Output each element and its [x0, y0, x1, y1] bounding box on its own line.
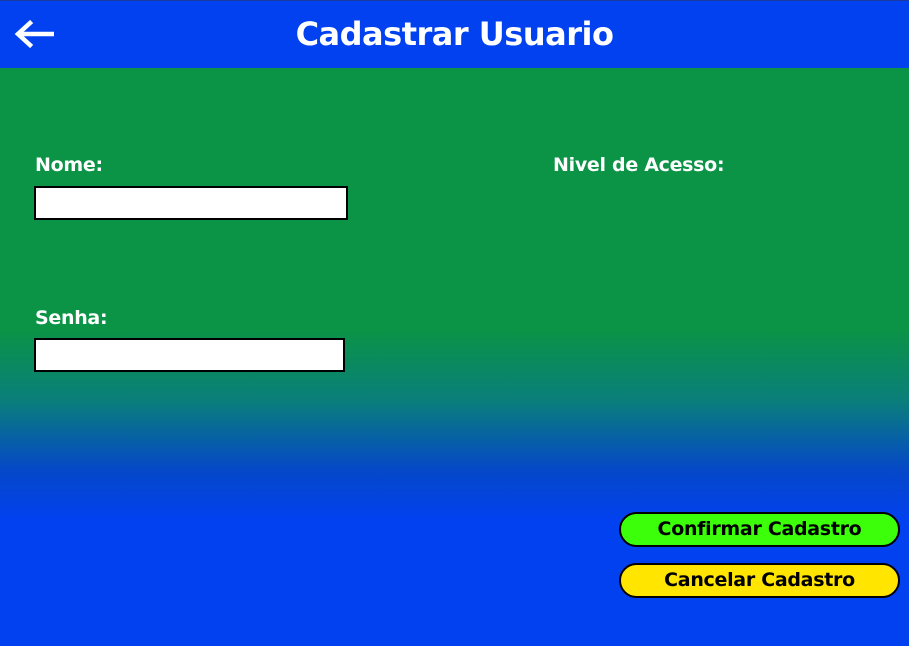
nivel-acesso-label: Nivel de Acesso:: [553, 154, 725, 176]
header-bar: Cadastrar Usuario: [0, 0, 909, 68]
page-title: Cadastrar Usuario: [295, 15, 614, 53]
nome-label: Nome:: [35, 154, 103, 176]
senha-label: Senha:: [35, 307, 108, 329]
confirm-button[interactable]: Confirmar Cadastro: [619, 512, 900, 547]
cancel-button[interactable]: Cancelar Cadastro: [619, 563, 900, 598]
senha-input[interactable]: [34, 338, 345, 372]
nome-input[interactable]: [34, 186, 348, 220]
